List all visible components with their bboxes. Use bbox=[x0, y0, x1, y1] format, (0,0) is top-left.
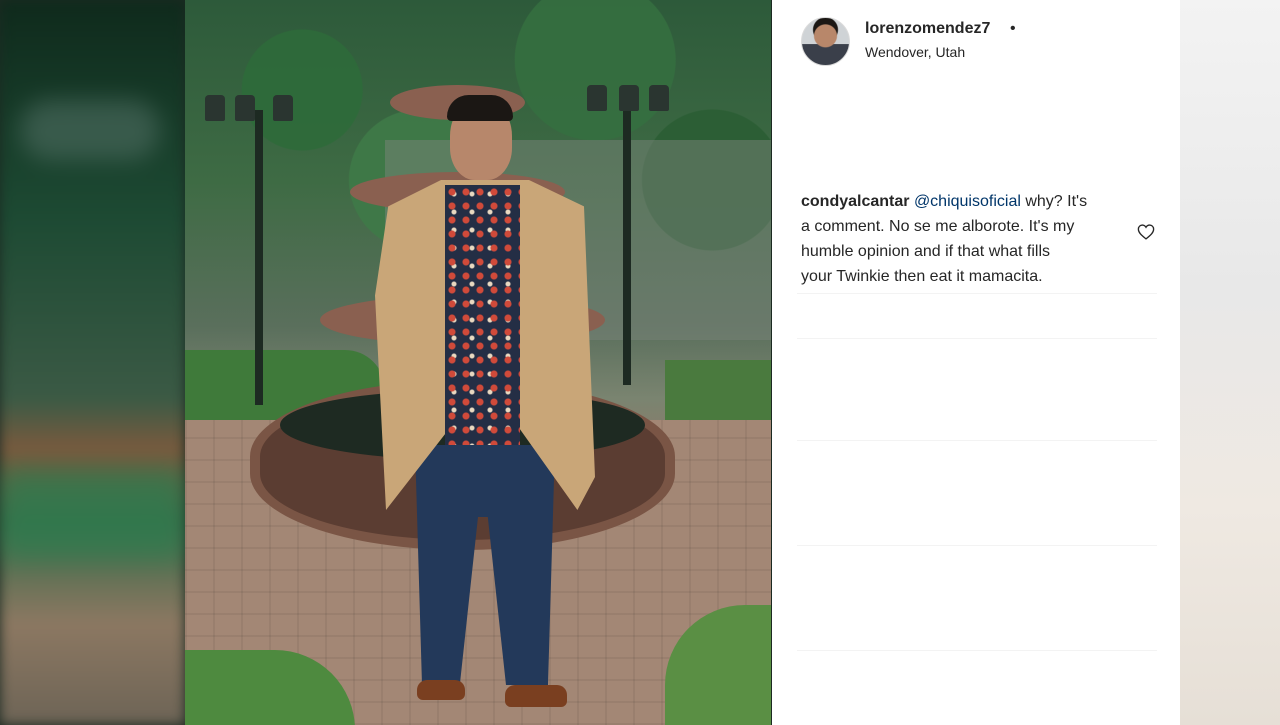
post-header: lorenzomendez7 • Wendover, Utah bbox=[772, 0, 1180, 84]
blurred-background-right bbox=[1180, 0, 1280, 725]
comment-username[interactable]: condyalcantar bbox=[801, 193, 909, 210]
divider bbox=[797, 440, 1157, 441]
lamp-right-3 bbox=[649, 85, 669, 111]
lamp-post-right bbox=[623, 110, 631, 385]
lamp-right-2 bbox=[619, 85, 639, 111]
lamp-post-left bbox=[255, 110, 263, 405]
divider bbox=[797, 293, 1157, 294]
comment-text-line4: your Twinkie then eat it mamacita. bbox=[801, 268, 1043, 285]
post-photo[interactable] bbox=[185, 0, 771, 725]
blurred-background-left bbox=[0, 0, 185, 725]
person bbox=[355, 95, 595, 707]
lamp-left-3 bbox=[273, 95, 293, 121]
divider bbox=[797, 545, 1157, 546]
heart-icon[interactable] bbox=[1137, 224, 1155, 240]
comment-text-line1: why? It's bbox=[1020, 193, 1088, 210]
post-side-panel: lorenzomendez7 • Wendover, Utah condyalc… bbox=[772, 0, 1180, 725]
divider bbox=[797, 338, 1157, 339]
comment-text-line2: a comment. No se me alborote. It's my bbox=[801, 218, 1075, 235]
comment: condyalcantar @chiquisoficial why? It's … bbox=[801, 189, 1131, 289]
comment-mention[interactable]: @chiquisoficial bbox=[914, 193, 1021, 210]
lamp-left-2 bbox=[235, 95, 255, 121]
separator-dot: • bbox=[1010, 20, 1016, 37]
comment-text-line3: humble opinion and if that what fills bbox=[801, 243, 1051, 260]
divider bbox=[797, 650, 1157, 651]
post-username[interactable]: lorenzomendez7 bbox=[865, 20, 990, 38]
post-location[interactable]: Wendover, Utah bbox=[865, 44, 965, 60]
avatar[interactable] bbox=[801, 17, 850, 66]
screen: lorenzomendez7 • Wendover, Utah condyalc… bbox=[0, 0, 1280, 725]
lamp-left-1 bbox=[205, 95, 225, 121]
